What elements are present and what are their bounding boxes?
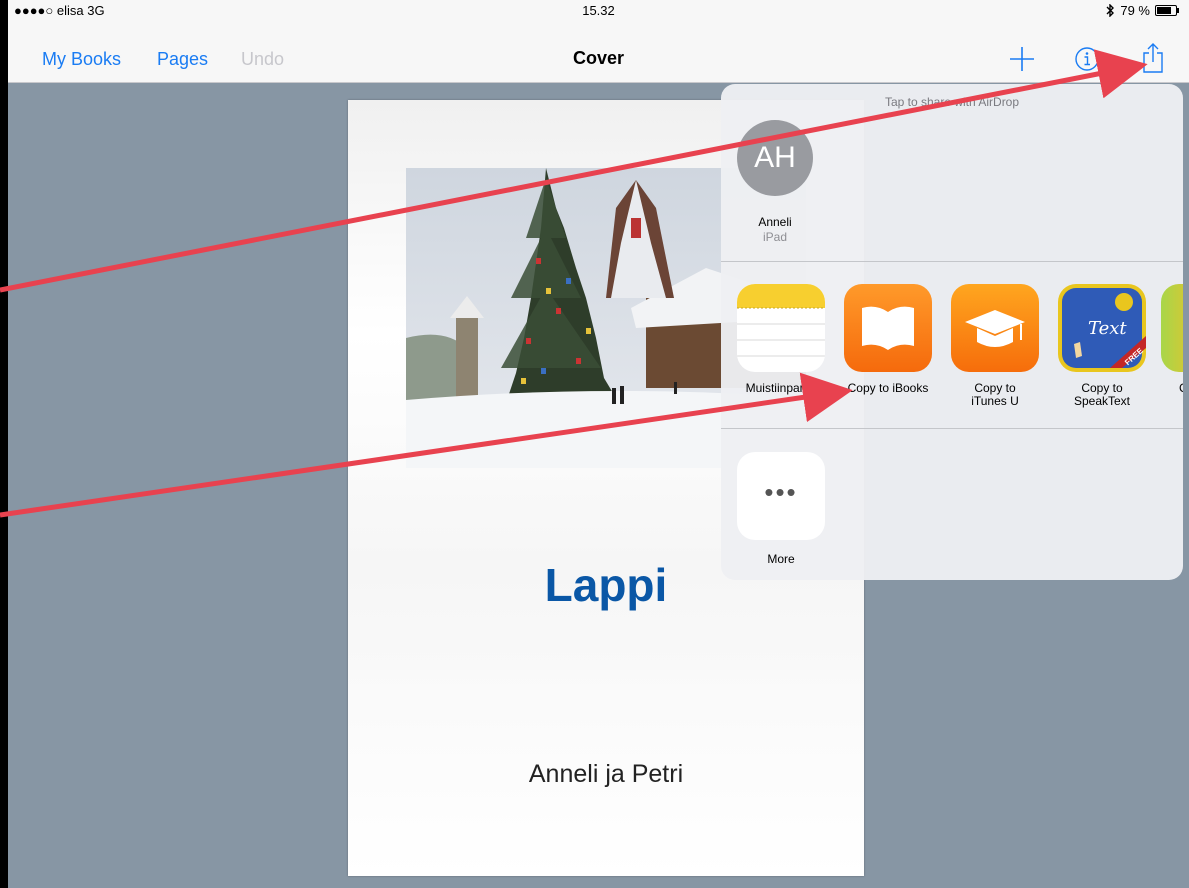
share-sheet: Tap to share with AirDrop AH Anneli iPad… — [721, 84, 1183, 580]
more-label: More — [767, 552, 795, 566]
speaktext-icon-text: Text — [1088, 318, 1127, 339]
divider — [721, 261, 1183, 262]
add-icon[interactable] — [1008, 45, 1036, 73]
airdrop-contact-avatar[interactable]: AH — [737, 120, 813, 196]
battery-fill — [1157, 7, 1172, 14]
battery-percent: 79 % — [1120, 3, 1150, 18]
status-right: 79 % — [1105, 3, 1179, 18]
share-app-label: Copy to SpeakText — [1073, 381, 1131, 408]
share-app-ibooks[interactable]: Copy to iBooks — [840, 284, 936, 395]
status-bar: ●●●●○ elisa 3G 15.32 79 % — [8, 0, 1189, 20]
notes-icon — [737, 284, 825, 372]
book-author[interactable]: Anneli ja Petri — [348, 760, 864, 789]
ibooks-icon — [844, 284, 932, 372]
airdrop-hint: Tap to share with AirDrop — [884, 95, 1020, 109]
itunes-u-icon — [951, 284, 1039, 372]
ipad-screen: ●●●●○ elisa 3G 15.32 79 % My Books Pages… — [8, 0, 1189, 888]
share-icon[interactable] — [1141, 42, 1165, 74]
divider — [721, 428, 1183, 429]
share-app-label: Muistiinpanot — [745, 381, 817, 395]
share-app-partial[interactable]: C — [1161, 284, 1183, 395]
share-app-label: Copy to iTunes U — [971, 381, 1019, 408]
share-app-label: Copy to iBooks — [847, 381, 929, 395]
navigation-bar: My Books Pages Undo Cover — [8, 20, 1189, 83]
airdrop-contact-device: iPad — [762, 230, 788, 244]
share-app-label: C — [1161, 382, 1183, 395]
partial-app-icon — [1161, 284, 1183, 372]
share-app-notes[interactable]: Muistiinpanot — [733, 284, 829, 395]
more-button[interactable]: ••• More — [737, 452, 825, 566]
bluetooth-icon — [1106, 4, 1115, 17]
info-icon[interactable] — [1074, 46, 1100, 72]
clock: 15.32 — [582, 3, 615, 18]
share-app-speaktext[interactable]: Text FREE Copy to SpeakText — [1054, 284, 1150, 408]
more-icon: ••• — [737, 452, 825, 540]
share-app-itunes-u[interactable]: Copy to iTunes U — [947, 284, 1043, 408]
speaktext-icon: Text FREE — [1058, 284, 1146, 372]
battery-icon — [1155, 5, 1179, 16]
airdrop-contact-name: Anneli — [758, 215, 792, 229]
